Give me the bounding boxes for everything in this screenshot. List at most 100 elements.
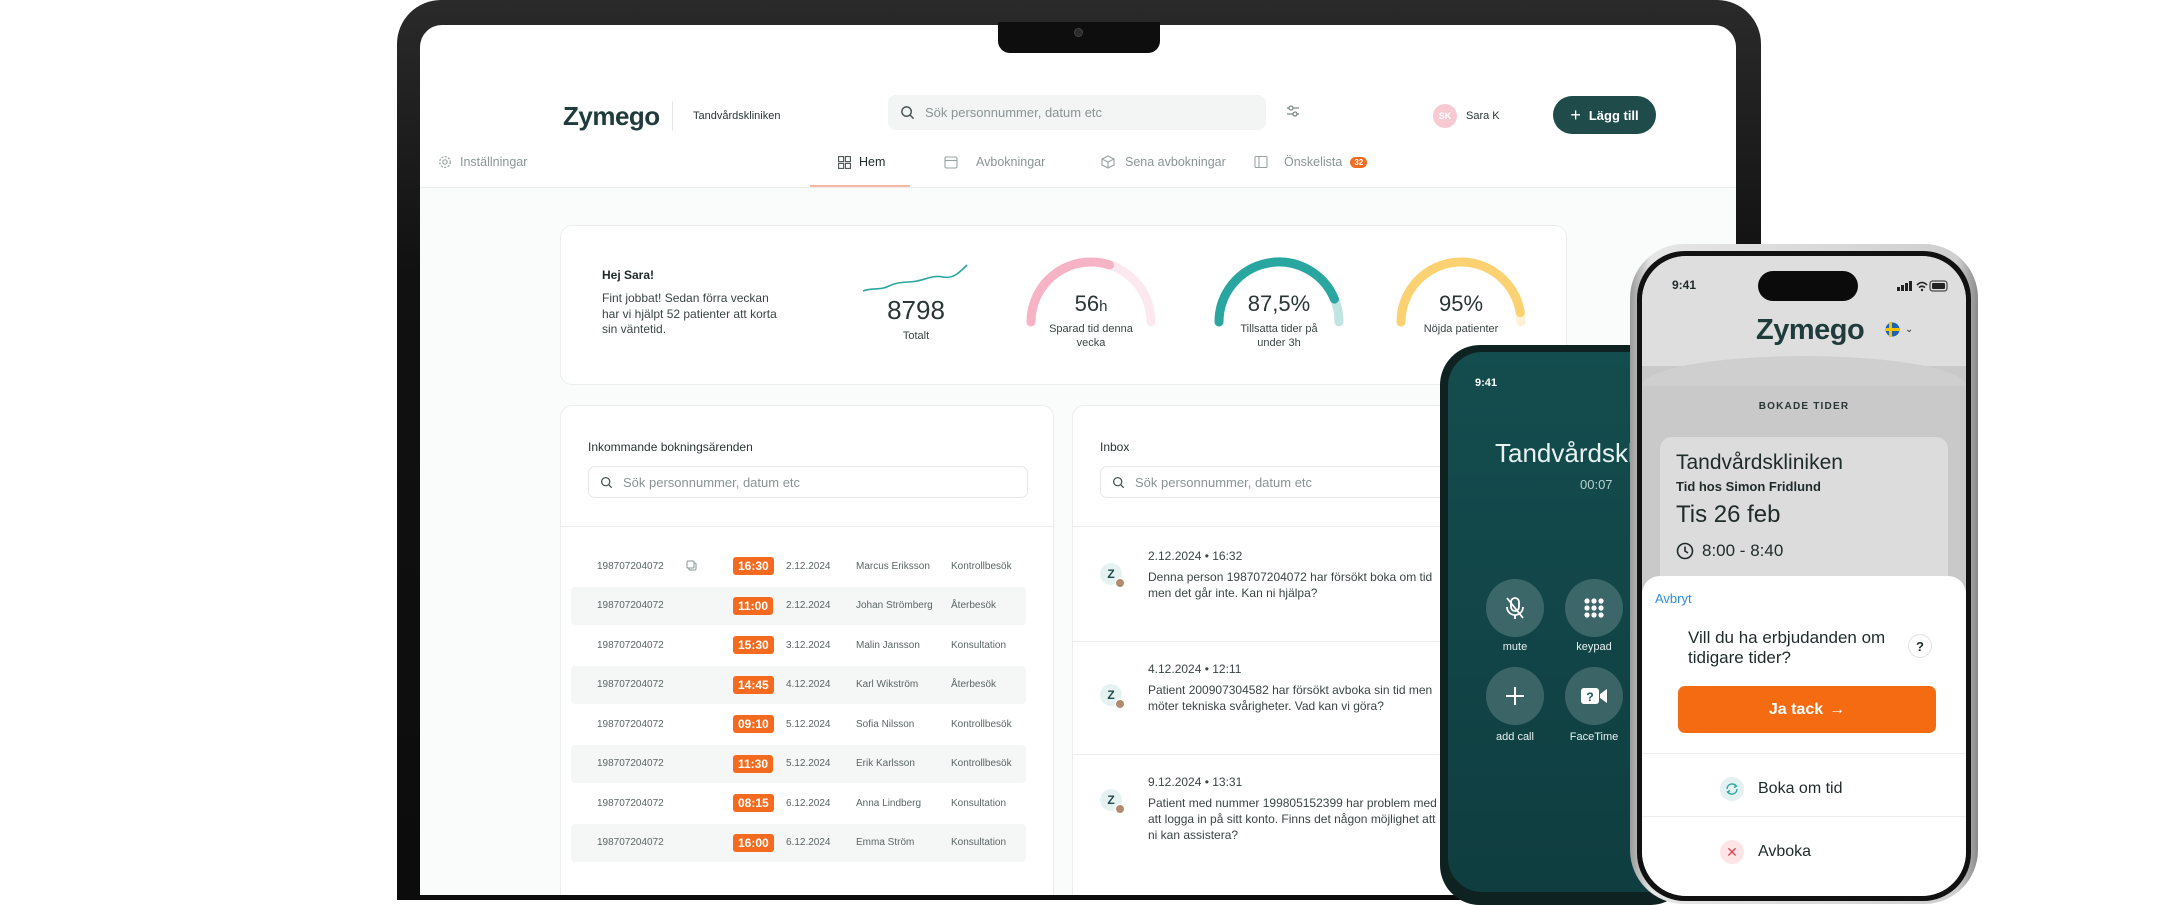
filled-slots-value: 87,5% xyxy=(1247,291,1311,316)
svg-text:?: ? xyxy=(1586,690,1593,704)
visit-type: Återbesök xyxy=(951,600,997,611)
tab-cancellations-label: Avbokningar xyxy=(976,155,1046,169)
keypad-icon xyxy=(1582,596,1606,620)
visit-type: Kontrollbesök xyxy=(951,718,1012,730)
agent-avatar xyxy=(1115,699,1125,709)
reschedule-option[interactable]: Boka om tid xyxy=(1720,777,1842,801)
patient-name: Erik Karlsson xyxy=(856,758,915,769)
box-icon xyxy=(1101,155,1115,169)
patient-name: Anna Lindberg xyxy=(856,797,922,809)
gear-icon xyxy=(438,155,452,169)
table-row[interactable]: 198707204072 08:15 6.12.2024 Anna Lindberg K… xyxy=(571,784,1026,822)
help-button[interactable]: ? xyxy=(1908,634,1932,658)
video-question-icon: ? xyxy=(1580,686,1608,706)
keypad-button[interactable] xyxy=(1565,579,1623,637)
cancel-booking-option[interactable]: ✕ Avboka xyxy=(1720,840,1811,864)
mic-off-icon xyxy=(1504,596,1526,620)
cancel-link[interactable]: Avbryt xyxy=(1655,591,1692,606)
booking-date: 6.12.2024 xyxy=(786,837,831,848)
saved-time-value: 56h xyxy=(1021,291,1161,317)
message-text: Patient med nummer 199805152399 har prob… xyxy=(1148,796,1437,843)
message-timestamp: 2.12.2024 • 16:32 xyxy=(1148,549,1243,563)
sender-avatar: Z xyxy=(1100,563,1125,588)
patient-name: Karl Wikström xyxy=(856,679,919,690)
accept-offer-button[interactable]: Ja tack → xyxy=(1678,686,1936,733)
offer-question: Vill du ha erbjudanden om tidigare tider… xyxy=(1688,628,1886,668)
language-selector[interactable]: ⌄ xyxy=(1885,322,1913,337)
incoming-bookings-card: Inkommande bokningsärenden Sök personnum… xyxy=(560,405,1055,895)
incoming-divider xyxy=(561,526,1055,527)
settings-link[interactable]: Inställningar xyxy=(438,155,527,169)
personal-number: 198707204072 xyxy=(597,639,664,651)
brand-logo: Zymego xyxy=(563,101,660,131)
app-brand-logo: Zymego xyxy=(1756,314,1865,346)
booking-date: 4.12.2024 xyxy=(786,679,831,690)
tab-cancellations[interactable]: Avbokningar xyxy=(944,155,1045,169)
offer-sheet: Avbryt Vill du ha erbjudanden om tidigar… xyxy=(1642,576,1966,896)
close-icon: ✕ xyxy=(1720,840,1744,864)
filter-icon[interactable] xyxy=(1286,104,1300,118)
patient-name: Emma Ström xyxy=(856,837,915,848)
app-screen: 9:41 9:41 Zymego ⌄ BOKADE TIDER Tandvård… xyxy=(1642,256,1966,896)
table-row[interactable]: 198707204072 16:00 6.12.2024 Emma Ström Kons… xyxy=(571,823,1026,862)
total-sparkline xyxy=(862,264,968,292)
visit-type: Konsultation xyxy=(951,639,1007,651)
wishlist-count-badge: 32 xyxy=(1350,156,1368,168)
table-row[interactable]: 198707204072 16:30 2.12.2024 Marcus Eriksso… xyxy=(571,547,1026,585)
chevron-down-icon: ⌄ xyxy=(1905,324,1914,335)
status-icons-top xyxy=(1897,279,1949,297)
mute-button[interactable] xyxy=(1486,579,1544,637)
dynamic-island-top xyxy=(1758,271,1858,301)
tab-home-label: Hem xyxy=(859,155,886,169)
booking-date: 2.12.2024 xyxy=(786,600,831,611)
table-row[interactable]: 198707204072 14:45 4.12.2024 Karl Wikström Å… xyxy=(571,665,1026,704)
call-duration: 00:07 xyxy=(1580,477,1613,492)
appointment-time: 8:00 - 8:40 xyxy=(1676,541,1783,561)
booking-date: 6.12.2024 xyxy=(786,797,831,809)
table-row[interactable]: 198707204072 11:30 5.12.2024 Erik Karlsson K… xyxy=(571,744,1026,783)
keypad-label: keypad xyxy=(1576,641,1612,653)
booked-section-title: BOKADE TIDER xyxy=(1758,401,1850,412)
header-divider xyxy=(672,101,673,131)
table-row[interactable]: 198707204072 11:00 2.12.2024 Johan Strömber… xyxy=(571,586,1026,625)
tab-late-cancellations[interactable]: Sena avbokningar xyxy=(1101,155,1226,169)
clinic-name: Tandvårdskliniken xyxy=(693,110,781,122)
satisfied-label: Nöjda patienter xyxy=(1423,323,1499,335)
table-row[interactable]: 198707204072 09:10 5.12.2024 Sofia Nilsson K… xyxy=(571,705,1026,743)
laptop-camera xyxy=(1074,28,1083,37)
laptop-notch xyxy=(998,22,1160,53)
grid-icon xyxy=(838,155,851,169)
sender-avatar: Z xyxy=(1100,684,1125,709)
sweden-flag-icon xyxy=(1885,322,1900,337)
booking-date: 5.12.2024 xyxy=(786,758,831,769)
agent-avatar xyxy=(1115,804,1125,814)
user-avatar[interactable]: SK xyxy=(1433,104,1457,128)
global-search-input[interactable]: Sök personnummer, datum etc xyxy=(888,95,1266,130)
personal-number: 198707204072 xyxy=(597,797,664,809)
user-name[interactable]: Sara K xyxy=(1466,110,1500,122)
time-badge: 16:30 xyxy=(733,557,774,575)
visit-type: Kontrollbesök xyxy=(951,758,1012,769)
plus-icon: + xyxy=(1570,105,1581,125)
inbox-title: Inbox xyxy=(1100,440,1130,454)
tab-home[interactable]: Hem xyxy=(838,155,885,169)
incoming-search-input[interactable]: Sök personnummer, datum etc xyxy=(588,466,1028,498)
facetime-button[interactable]: ? xyxy=(1565,667,1623,725)
inbox-search-placeholder: Sök personnummer, datum etc xyxy=(1135,474,1313,490)
add-call-button[interactable] xyxy=(1486,667,1544,725)
table-row[interactable]: 198707204072 15:30 3.12.2024 Malin Jansson K… xyxy=(571,626,1026,664)
reschedule-label: Boka om tid xyxy=(1758,780,1843,797)
personal-number: 198707204072 xyxy=(597,560,664,572)
visit-type: Kontrollbesök xyxy=(951,560,1012,572)
appointment-time-range: 8:00 - 8:40 xyxy=(1702,541,1784,560)
app-status-time-top: 9:41 xyxy=(1672,278,1697,292)
personal-number: 198707204072 xyxy=(597,758,664,769)
facetime-label: FaceTime xyxy=(1569,731,1619,743)
tab-wishlist[interactable]: Önskelista 32 xyxy=(1254,155,1368,169)
add-call-label: add call xyxy=(1496,731,1534,743)
appointment-card[interactable]: Tandvårdskliniken Tid hos Simon Fridlund… xyxy=(1660,437,1948,587)
add-button[interactable]: + Lägg till xyxy=(1553,96,1656,134)
appointment-date: Tis 26 feb xyxy=(1676,501,1781,528)
copy-icon[interactable] xyxy=(686,560,697,574)
message-timestamp: 4.12.2024 • 12:11 xyxy=(1148,662,1242,676)
